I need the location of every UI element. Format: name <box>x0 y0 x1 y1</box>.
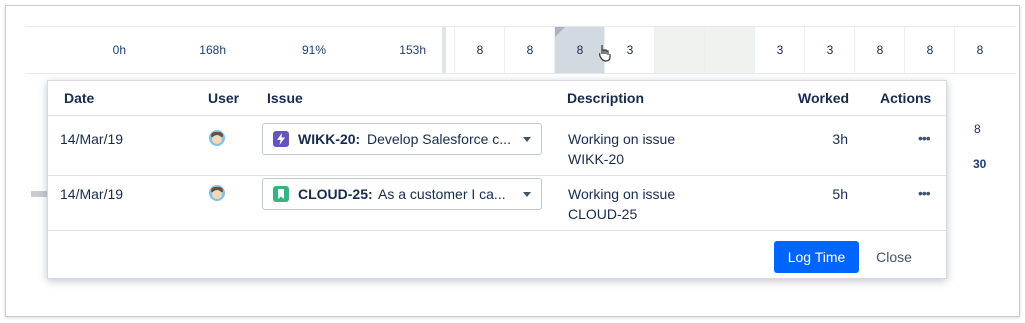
column-header-issue: Issue <box>267 90 303 106</box>
worklog-description-line1: Working on issue <box>568 186 676 202</box>
column-header-user: User <box>208 90 240 106</box>
worklog-description-line2: WIKK-20 <box>568 151 625 167</box>
grid-column-divider <box>442 27 446 73</box>
issue-key: WIKK-20: <box>298 131 361 147</box>
column-header-date: Date <box>64 90 95 106</box>
day-cell[interactable]: 8 <box>954 27 1005 73</box>
day-cell-weekend[interactable] <box>654 27 705 73</box>
day-cell[interactable]: 8 <box>904 27 955 73</box>
cell-corner-marker <box>555 27 565 37</box>
day-cell-value: 8 <box>576 43 584 57</box>
ellipsis-icon[interactable]: ••• <box>918 131 931 145</box>
chevron-down-icon <box>523 192 531 197</box>
grid-row-total: 30 <box>973 157 987 171</box>
summary-cell: 153h <box>399 43 426 57</box>
worklog-date: 14/Mar/19 <box>60 186 124 202</box>
summary-cell: 0h <box>112 43 126 57</box>
bookmark-story-icon <box>273 186 289 202</box>
worklog-description-line2: CLOUD-25 <box>568 206 638 222</box>
issue-summary: Develop Salesforce c... <box>367 131 511 147</box>
lightning-epic-icon <box>273 131 289 147</box>
issue-key: CLOUD-25: <box>298 186 373 202</box>
day-cell-weekend[interactable] <box>704 27 755 73</box>
day-cell[interactable]: 3 <box>804 27 855 73</box>
day-cell[interactable]: 3 <box>754 27 805 73</box>
column-header-description: Description <box>567 90 645 106</box>
issue-summary: As a customer I ca... <box>378 186 506 202</box>
row-divider <box>48 230 946 231</box>
worklog-date: 14/Mar/19 <box>60 131 124 147</box>
grid-row-value: 8 <box>974 122 981 136</box>
worklog-popup: Date User Issue Description Worked Actio… <box>47 80 947 279</box>
user-avatar <box>209 130 225 146</box>
worklog-description-line1: Working on issue <box>568 131 676 147</box>
column-header-worked: Worked <box>798 90 850 106</box>
user-avatar <box>209 185 225 201</box>
worklog-worked: 3h <box>832 131 848 147</box>
column-header-actions: Actions <box>880 90 932 106</box>
hand-pointer-icon <box>598 44 612 67</box>
day-cell[interactable]: 8 <box>854 27 905 73</box>
worklog-worked: 5h <box>832 186 848 202</box>
row-divider <box>48 175 946 176</box>
summary-cell: 91% <box>301 43 326 57</box>
chevron-down-icon <box>523 137 531 142</box>
close-button[interactable]: Close <box>864 241 924 273</box>
log-time-button[interactable]: Log Time <box>774 241 859 273</box>
day-cell[interactable]: 8 <box>504 27 555 73</box>
grid-row-top: 0h 168h 91% 153h 8 8 8 3 3 3 8 8 8 <box>26 26 1016 74</box>
timesheet-frame: 0h 168h 91% 153h 8 8 8 3 3 3 8 8 8 8 30 … <box>5 5 1020 317</box>
issue-select-wikk-20[interactable]: WIKK-20: Develop Salesforce c... <box>262 123 542 155</box>
day-cell[interactable]: 8 <box>454 27 505 73</box>
header-divider <box>48 115 946 116</box>
issue-select-cloud-25[interactable]: CLOUD-25: As a customer I ca... <box>262 178 542 210</box>
ellipsis-icon[interactable]: ••• <box>918 186 931 200</box>
summary-cell: 168h <box>199 43 226 57</box>
